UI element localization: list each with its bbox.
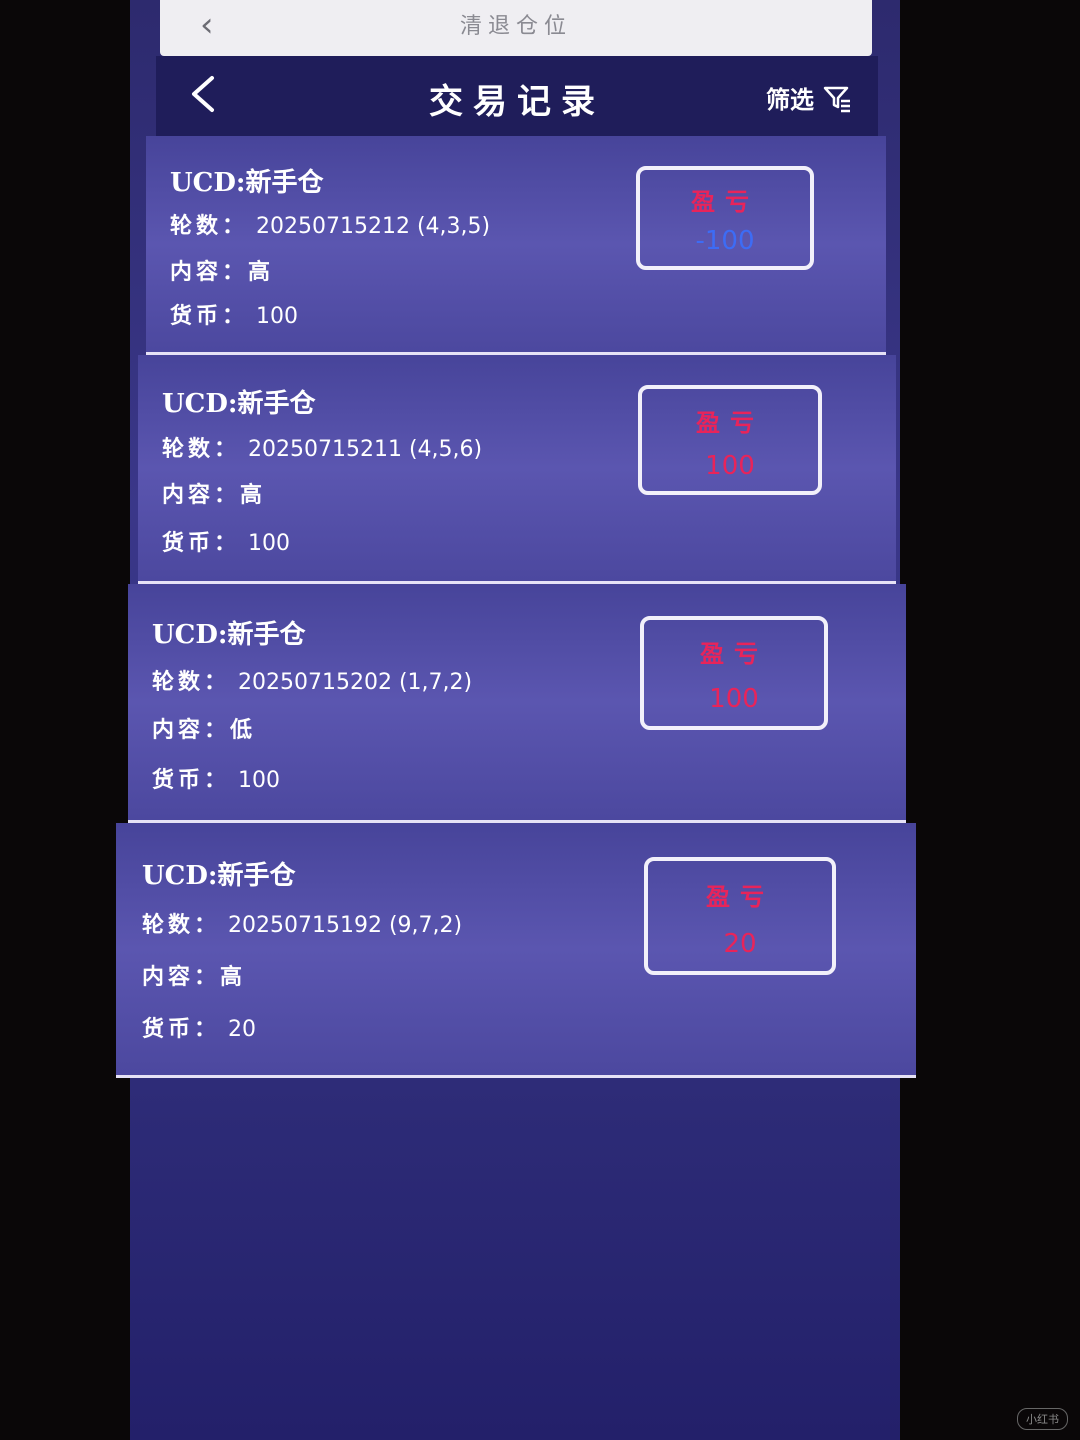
system-top-bar: ‹ 清退仓位 — [160, 0, 872, 56]
round-label: 轮数： — [142, 912, 221, 938]
currency-value: 100 — [248, 531, 291, 556]
profit-loss-box: 盈亏 -100 — [636, 166, 814, 270]
currency-value: 20 — [228, 1017, 257, 1042]
round-value: 20250715212 (4,3,5) — [256, 214, 491, 239]
currency-row: 货币： 100 — [162, 525, 290, 557]
content-row: 内容：高 — [142, 959, 246, 991]
profit-loss-box: 盈亏 100 — [640, 616, 828, 730]
record-card[interactable]: UCD:新手仓 轮数： 20250715212 (4,3,5) 内容：高 货币： 1… — [146, 136, 886, 355]
round-value: 20250715202 (1,7,2) — [238, 670, 473, 695]
profit-loss-value: 100 — [709, 684, 759, 714]
content-label: 内容： — [152, 717, 231, 743]
profit-loss-value: 20 — [723, 929, 757, 959]
content-row: 内容：高 — [170, 254, 274, 286]
content-label: 内容： — [170, 259, 249, 285]
filter-button[interactable]: 筛选 — [766, 80, 852, 115]
round-row: 轮数： 20250715192 (9,7,2) — [142, 907, 462, 939]
currency-label: 货币： — [162, 530, 241, 556]
filter-icon — [823, 86, 850, 112]
profit-loss-label: 盈亏 — [700, 639, 768, 668]
record-card[interactable]: UCD:新手仓 轮数： 20250715202 (1,7,2) 内容：低 货币： 1… — [128, 584, 906, 823]
record-title: UCD:新手仓 — [162, 389, 316, 419]
content-value: 高 — [240, 482, 267, 508]
currency-label: 货币： — [170, 303, 249, 329]
currency-label: 货币： — [152, 767, 231, 793]
round-label: 轮数： — [170, 213, 249, 239]
content-label: 内容： — [142, 964, 221, 990]
currency-row: 货币： 100 — [170, 298, 298, 330]
round-label: 轮数： — [162, 436, 241, 462]
app-header: 交易记录 筛选 — [156, 56, 878, 136]
profit-loss-value: 100 — [705, 451, 755, 481]
content-row: 内容：高 — [162, 477, 266, 509]
round-row: 轮数： 20250715202 (1,7,2) — [152, 664, 472, 696]
record-card[interactable]: UCD:新手仓 轮数： 20250715211 (4,5,6) 内容：高 货币： 1… — [138, 355, 896, 584]
round-row: 轮数： 20250715212 (4,3,5) — [170, 208, 490, 240]
record-title: UCD:新手仓 — [170, 168, 324, 198]
profit-loss-label: 盈亏 — [706, 882, 774, 911]
round-row: 轮数： 20250715211 (4,5,6) — [162, 431, 482, 463]
profit-loss-label: 盈亏 — [691, 187, 759, 216]
filter-label: 筛选 — [766, 85, 814, 114]
content-label: 内容： — [162, 482, 241, 508]
record-title: UCD:新手仓 — [142, 861, 296, 891]
currency-row: 货币： 20 — [142, 1011, 256, 1043]
watermark-logo: 小红书 — [1017, 1408, 1068, 1430]
record-card[interactable]: UCD:新手仓 轮数： 20250715192 (9,7,2) 内容：高 货币： 2… — [116, 823, 916, 1078]
profit-loss-value: -100 — [695, 226, 755, 256]
profit-loss-label: 盈亏 — [696, 408, 764, 437]
photo-background: ‹ 清退仓位 交易记录 筛选 UCD:新手仓 轮数： 20250715212 (4… — [0, 0, 1080, 1440]
currency-value: 100 — [238, 768, 281, 793]
system-bar-title: 清退仓位 — [459, 14, 572, 39]
content-value: 低 — [230, 717, 257, 743]
round-value: 20250715192 (9,7,2) — [228, 913, 463, 938]
currency-value: 100 — [256, 304, 299, 329]
content-value: 高 — [248, 259, 275, 285]
currency-label: 货币： — [142, 1016, 221, 1042]
currency-row: 货币： 100 — [152, 762, 280, 794]
profit-loss-box: 盈亏 100 — [638, 385, 822, 495]
profit-loss-box: 盈亏 20 — [644, 857, 836, 975]
round-label: 轮数： — [152, 669, 231, 695]
round-value: 20250715211 (4,5,6) — [248, 437, 483, 462]
record-title: UCD:新手仓 — [152, 620, 306, 650]
content-value: 高 — [220, 964, 247, 990]
content-row: 内容：低 — [152, 712, 256, 744]
